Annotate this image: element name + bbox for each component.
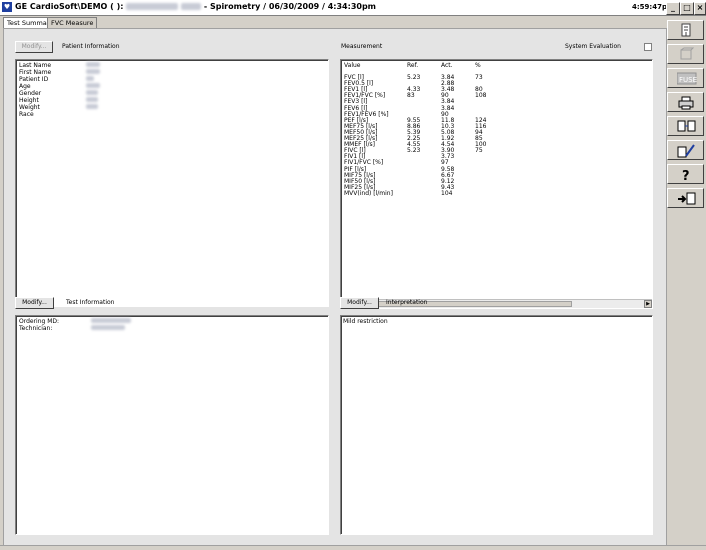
- test-info-modify-button[interactable]: Modify...: [15, 297, 54, 309]
- tab-fvc-measure[interactable]: FVC Measure: [47, 17, 98, 28]
- minimize-button[interactable]: _: [666, 2, 680, 15]
- redacted-value: [91, 325, 125, 330]
- redacted-value: [91, 318, 131, 323]
- measurement-panel: Value Ref. Act.% FVC [l] 5.23 3.84 73 FEV0.5 [l…: [340, 59, 653, 309]
- scroll-thumb[interactable]: [350, 301, 572, 307]
- report-button[interactable]: [667, 20, 704, 40]
- title-mid: ( ):: [110, 2, 124, 11]
- interpretation-heading: Interpretation: [386, 299, 428, 306]
- interpretation-modify-button[interactable]: Modify...: [340, 297, 379, 309]
- printer-icon: [678, 96, 694, 110]
- fuse-icon-text: FUSE: [679, 76, 697, 84]
- close-button[interactable]: ×: [694, 2, 706, 15]
- measurement-value: 73: [475, 74, 483, 81]
- fuse-icon: FUSE: [677, 72, 697, 85]
- exit-button[interactable]: [667, 188, 704, 208]
- app-icon: ♥: [2, 2, 12, 12]
- window-title: GE CardioSoft\DEMO ( ): - Spirometry / 0…: [15, 2, 376, 11]
- interpretation-text: Mild restriction: [343, 318, 388, 325]
- measurement-column-header: %: [475, 62, 481, 69]
- patient-field: Height: [19, 97, 39, 104]
- measurement-column-header: Act.: [441, 62, 453, 69]
- patient-heading: Patient Information: [62, 43, 120, 50]
- redacted-value: [86, 62, 100, 67]
- patient-age-redacted: [181, 3, 202, 10]
- maximize-button[interactable]: □: [680, 2, 694, 15]
- edit-button[interactable]: [667, 140, 704, 160]
- redacted-value: [86, 83, 100, 88]
- patient-field: Weight: [19, 104, 40, 111]
- measurement-value: 5.23: [407, 74, 421, 81]
- print-preview-button[interactable]: [667, 44, 704, 64]
- system-evaluation-checkbox[interactable]: [644, 43, 652, 51]
- patient-info-panel: Last Name First Name Patient ID Age Gend…: [15, 59, 329, 307]
- test-field: Ordering MD:: [19, 318, 60, 325]
- test-field: Technician:: [19, 325, 53, 332]
- measurement-value: 104: [441, 189, 453, 197]
- measurement-value: 83: [407, 92, 415, 100]
- redacted-value: [86, 97, 98, 102]
- measurement-column-header: Ref.: [407, 62, 419, 69]
- measurement-table: Value Ref. Act.% FVC [l] 5.23 3.84 73 FEV0.5 [l…: [341, 60, 652, 300]
- compare-button[interactable]: [667, 116, 704, 136]
- help-button[interactable]: ?: [667, 164, 704, 184]
- fuse-button[interactable]: FUSE: [667, 68, 704, 88]
- help-icon-text: ?: [682, 169, 690, 183]
- status-bar: [0, 545, 706, 550]
- print-button[interactable]: [667, 92, 704, 112]
- print-preview-icon: [680, 47, 695, 60]
- measurement-value: 5.23: [407, 147, 421, 155]
- test-info-heading: Test Information: [66, 299, 115, 306]
- work-area: Modify... Patient Information Last Name …: [3, 28, 667, 546]
- patient-field: Last Name: [19, 62, 52, 69]
- interpretation-panel[interactable]: Mild restriction: [340, 315, 653, 535]
- help-icon: ?: [682, 169, 690, 183]
- measurement-name: MVV(ind) [l/min]: [344, 189, 393, 197]
- redacted-value: [86, 104, 98, 109]
- exit-icon: [678, 192, 696, 205]
- report-icon: [681, 23, 691, 37]
- redacted-value: [86, 90, 98, 95]
- test-info-panel: Ordering MD: Technician:: [15, 315, 329, 535]
- patient-name-redacted: [126, 3, 179, 10]
- measurement-heading: Measurement: [341, 43, 383, 50]
- redacted-value: [86, 76, 94, 81]
- title-bar: ♥ GE CardioSoft\DEMO ( ): - Spirometry /…: [0, 0, 706, 16]
- app-title: GE CardioSoft\DEMO: [15, 2, 108, 11]
- system-evaluation-label: System Evaluation: [565, 43, 621, 50]
- title-test: - Spirometry / 06/30/2009 / 4:34:30pm: [203, 2, 377, 11]
- edit-icon: [677, 144, 695, 158]
- compare-icon: [677, 120, 696, 132]
- measurement-column-header: Value: [344, 62, 361, 69]
- measurement-value: 108: [475, 92, 487, 100]
- patient-field: Age: [19, 83, 31, 90]
- patient-field: Race: [19, 111, 34, 118]
- patient-field: First Name: [19, 69, 52, 76]
- scroll-right-arrow[interactable]: ▶: [644, 300, 652, 308]
- redacted-value: [86, 69, 100, 74]
- patient-field: Patient ID: [19, 76, 49, 83]
- patient-field: Gender: [19, 90, 42, 97]
- measurement-value: 75: [475, 147, 483, 155]
- patient-modify-button[interactable]: Modify...: [15, 41, 53, 53]
